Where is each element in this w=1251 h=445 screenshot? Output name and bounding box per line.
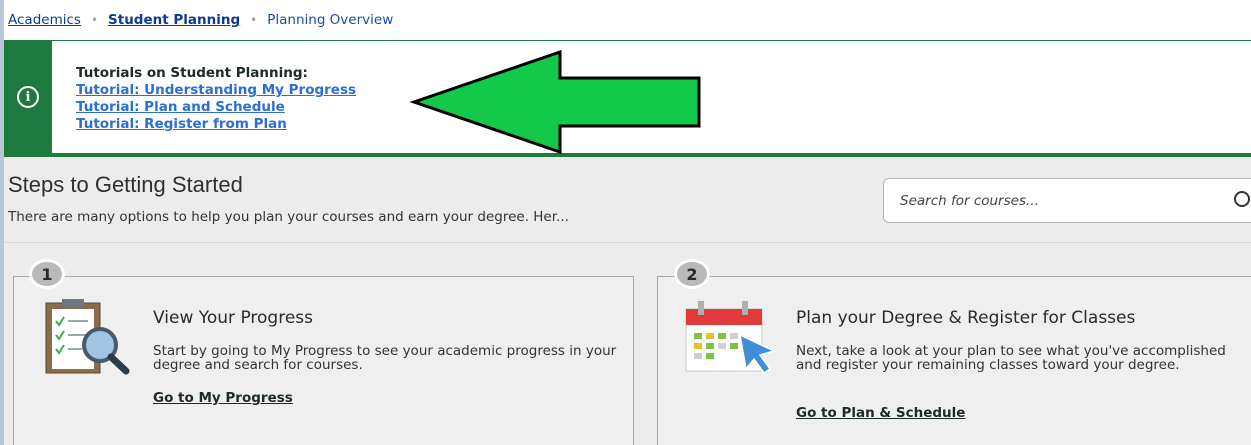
step-number-badge: 1 — [29, 259, 65, 289]
step-card-plan: Plan your Degree & Register for Classes … — [657, 276, 1251, 445]
breadcrumb-student-planning[interactable]: Student Planning — [108, 12, 240, 28]
tutorial-alert: i Tutorials on Student Planning: Tutoria… — [4, 40, 1251, 157]
breadcrumb-academics[interactable]: Academics — [8, 12, 81, 28]
alert-content: Tutorials on Student Planning: Tutorial:… — [76, 65, 356, 133]
breadcrumb: Academics • Student Planning • Planning … — [4, 0, 1251, 40]
page-title: Steps to Getting Started — [8, 172, 243, 197]
alert-accent-bar: i — [4, 41, 52, 153]
breadcrumb-separator: • — [90, 13, 99, 27]
info-icon: i — [17, 86, 39, 108]
card-description: Start by going to My Progress to see you… — [153, 343, 617, 373]
card-title: Plan your Degree & Register for Classes — [796, 308, 1136, 328]
search-icon[interactable] — [1234, 191, 1250, 207]
card-title: View Your Progress — [153, 308, 313, 328]
go-to-plan-schedule-link[interactable]: Go to Plan & Schedule — [796, 405, 965, 421]
app-frame: Academics • Student Planning • Planning … — [4, 0, 1251, 445]
card-description: Next, take a look at your plan to see wh… — [796, 343, 1226, 373]
calendar-cursor-icon — [685, 301, 777, 375]
breadcrumb-planning-overview: Planning Overview — [267, 12, 394, 28]
tutorial-link-register-from-plan[interactable]: Tutorial: Register from Plan — [76, 116, 356, 133]
course-search-input[interactable]: Search for courses... — [883, 178, 1251, 223]
search-placeholder: Search for courses... — [900, 192, 1039, 209]
green-arrow-icon — [409, 50, 701, 154]
step-card-progress: View Your Progress Start by going to My … — [13, 276, 634, 445]
tutorial-link-plan-schedule[interactable]: Tutorial: Plan and Schedule — [76, 99, 356, 116]
tutorial-link-understanding-progress[interactable]: Tutorial: Understanding My Progress — [76, 82, 356, 99]
divider — [4, 242, 1251, 243]
page-description: There are many options to help you plan … — [8, 209, 569, 225]
go-to-my-progress-link[interactable]: Go to My Progress — [153, 390, 293, 406]
clipboard-magnifier-icon — [45, 299, 130, 375]
step-number-badge: 2 — [674, 259, 710, 289]
breadcrumb-separator: • — [250, 13, 258, 27]
alert-title: Tutorials on Student Planning: — [76, 65, 308, 81]
